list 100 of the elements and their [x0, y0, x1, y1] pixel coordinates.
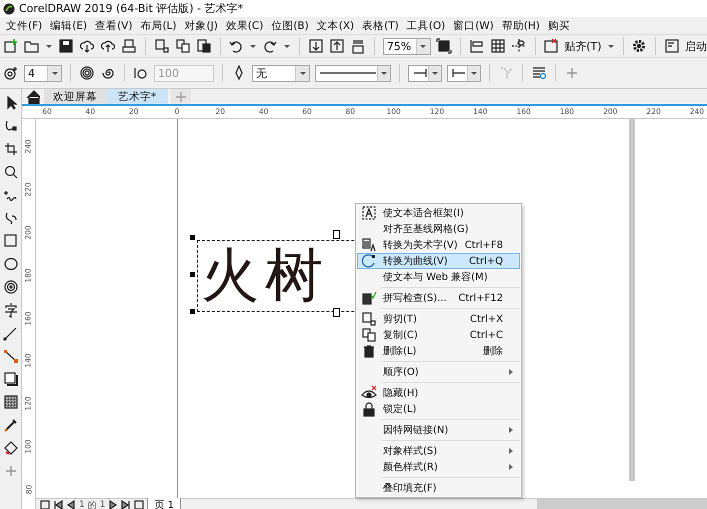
zoom-icon[interactable] — [2, 164, 18, 180]
bezier-icon[interactable] — [2, 210, 18, 226]
spiral-revolutions-icon[interactable] — [3, 65, 19, 81]
snap-button[interactable]: 贴齐(T) — [564, 38, 602, 54]
spellcheck-icon[interactable] — [361, 290, 377, 306]
launch-button[interactable]: 启动 — [684, 38, 707, 54]
text-wrap-icon[interactable] — [531, 65, 547, 81]
context-menu-item[interactable]: 删除(L) 删除 — [357, 343, 520, 359]
context-menu-item[interactable]: 颜色样式(R) — [357, 459, 520, 475]
menu-item[interactable]: 查看(V) — [91, 18, 136, 32]
caret-icon[interactable] — [45, 42, 53, 50]
caret-icon[interactable] — [470, 69, 478, 77]
context-menu-item[interactable]: 对象样式(S) — [357, 443, 520, 459]
launch-icon[interactable] — [664, 38, 680, 54]
crop-icon[interactable] — [2, 141, 18, 157]
save-icon[interactable] — [58, 38, 74, 54]
caret-icon[interactable] — [249, 42, 258, 50]
end-arrowhead-dropdown[interactable] — [447, 64, 481, 82]
context-menu-item[interactable]: 拼写检查(S)... Ctrl+F12 — [357, 290, 520, 306]
add-page-icon[interactable] — [134, 500, 144, 509]
menu-item[interactable]: 效果(C) — [222, 18, 268, 32]
curve-node-icon[interactable] — [498, 65, 514, 81]
text-frame-icon[interactable] — [361, 205, 377, 221]
spiral-icon[interactable] — [2, 279, 18, 295]
context-menu-item[interactable]: 对齐至基线网格(G) — [357, 221, 520, 237]
guidelines-icon[interactable] — [510, 38, 527, 54]
caret-icon[interactable] — [431, 69, 439, 77]
menu-item[interactable]: 购买 — [544, 18, 574, 32]
page-tab[interactable]: 页 1 — [147, 498, 182, 509]
context-menu-item[interactable]: 叠印填充(F) — [357, 480, 520, 496]
cloud-download-icon[interactable] — [79, 38, 95, 54]
previous-page-icon[interactable] — [66, 500, 76, 509]
lock-icon[interactable] — [361, 401, 377, 417]
symmetric-spiral-icon[interactable] — [79, 65, 95, 81]
context-menu-item[interactable]: 隐藏(H) — [357, 385, 520, 401]
copy-icon[interactable] — [174, 38, 191, 54]
outline-width-dropdown[interactable]: 无 — [252, 64, 310, 82]
grid-icon[interactable] — [490, 38, 506, 54]
start-arrowhead-dropdown[interactable] — [408, 64, 442, 82]
paste-icon[interactable] — [196, 38, 212, 54]
add-icon[interactable] — [564, 65, 580, 81]
context-menu-item[interactable]: 转换为美术字(V) Ctrl+F8 — [357, 237, 520, 253]
context-menu-item[interactable]: 使文本与 Web 兼容(M) — [357, 269, 520, 285]
caret-icon[interactable] — [298, 69, 306, 77]
cloud-upload-icon[interactable] — [100, 38, 116, 54]
next-page-icon[interactable] — [108, 500, 118, 509]
context-menu-item[interactable]: 剪切(T) Ctrl+X — [357, 311, 520, 327]
print-icon[interactable] — [121, 38, 137, 54]
context-menu-item[interactable]: 锁定(L) — [357, 401, 520, 417]
context-menu-item[interactable]: 使文本适合框架(I) — [357, 205, 520, 221]
context-menu-item[interactable]: 转换为曲线(V) Ctrl+Q — [357, 253, 520, 269]
cut-icon[interactable] — [154, 38, 170, 54]
zoom-dropdown[interactable]: 75% — [382, 38, 431, 54]
selection-handle[interactable] — [333, 308, 340, 317]
trash-icon[interactable] — [361, 343, 377, 359]
selection-handle[interactable] — [190, 235, 195, 240]
rulers-icon[interactable] — [468, 38, 485, 54]
copy-icon[interactable] — [361, 327, 377, 343]
menu-item[interactable]: 工具(O) — [402, 18, 450, 32]
new-document-icon[interactable] — [3, 38, 19, 54]
snap-off-icon[interactable] — [543, 38, 560, 54]
shadow-icon[interactable] — [2, 371, 18, 387]
fill-icon[interactable] — [2, 440, 18, 456]
document-tab[interactable]: 欢迎屏幕 — [44, 89, 106, 104]
export-icon[interactable] — [329, 38, 346, 54]
line-icon[interactable] — [2, 325, 18, 341]
menu-item[interactable]: 编辑(E) — [46, 18, 92, 32]
selection-handle[interactable] — [190, 272, 195, 277]
expansion-icon[interactable] — [133, 65, 149, 81]
rectangle-icon[interactable] — [2, 233, 18, 249]
text-convert-icon[interactable] — [361, 237, 377, 253]
ellipse-icon[interactable] — [2, 256, 18, 272]
connector-icon[interactable] — [2, 348, 18, 364]
caret-icon[interactable] — [283, 42, 292, 50]
last-page-icon[interactable] — [121, 500, 132, 509]
eye-icon[interactable] — [361, 385, 377, 401]
line-style-dropdown[interactable] — [315, 64, 391, 82]
caret-icon[interactable] — [419, 42, 428, 50]
menu-item[interactable]: 窗口(W) — [449, 18, 498, 32]
curve-icon[interactable] — [361, 253, 377, 269]
cut-icon[interactable] — [361, 311, 377, 327]
caret-icon[interactable] — [380, 69, 388, 77]
selection-handle[interactable] — [190, 309, 195, 314]
menu-item[interactable]: 帮助(H) — [498, 18, 544, 32]
context-menu-item[interactable]: 因特网链接(N) — [357, 422, 520, 438]
caret-icon[interactable] — [50, 69, 58, 77]
full-screen-icon[interactable] — [436, 38, 452, 54]
document-tab[interactable]: 艺术字* — [106, 89, 168, 104]
eyedropper-icon[interactable] — [2, 417, 18, 433]
menu-item[interactable]: 表格(T) — [358, 18, 403, 32]
home-icon[interactable] — [26, 90, 40, 104]
import-icon[interactable] — [308, 38, 324, 54]
menu-item[interactable]: 文件(F) — [2, 18, 46, 32]
settings-icon[interactable] — [631, 38, 648, 54]
transparency-icon[interactable] — [2, 394, 18, 410]
context-menu-item[interactable]: 复制(C) Ctrl+C — [357, 327, 520, 343]
menu-item[interactable]: 位图(B) — [267, 18, 313, 32]
selection-handle[interactable] — [333, 230, 340, 239]
horizontal-scrollbar[interactable] — [537, 499, 707, 509]
revolutions-field[interactable]: 4 — [24, 64, 62, 82]
